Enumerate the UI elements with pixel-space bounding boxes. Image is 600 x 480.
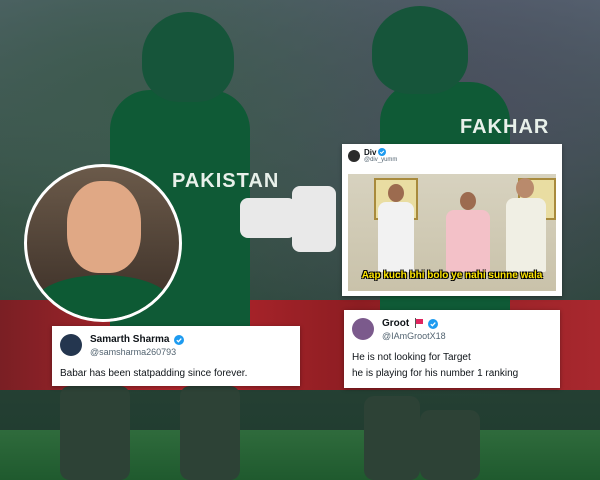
leg-pad-right	[364, 396, 420, 480]
tweet-text-line-1: He is not looking for Target	[352, 352, 471, 363]
tweet-author-name[interactable]: Div	[364, 148, 376, 157]
person-figure	[446, 210, 490, 272]
verified-badge-icon	[378, 148, 386, 156]
meme-caption: Aap kuch bhi bolo ye nahi sunne wala	[361, 270, 543, 281]
leg-pad-right-2	[420, 410, 480, 480]
jersey-text-right: FAKHAR	[460, 116, 550, 138]
avatar[interactable]	[352, 318, 374, 340]
tweet-author-name[interactable]: Samarth Sharma	[90, 334, 169, 345]
portrait-face	[67, 181, 141, 273]
helmet-left	[142, 12, 234, 102]
tweet-author-handle[interactable]: @div_yumm	[364, 157, 397, 163]
leg-pad-left-2	[180, 386, 240, 480]
tweet-text: Babar has been statpadding since forever…	[60, 368, 248, 379]
person-head	[516, 178, 534, 198]
meme-image: Aap kuch bhi bolo ye nahi sunne wala	[348, 174, 556, 291]
avatar[interactable]	[60, 334, 82, 356]
person-head	[460, 192, 476, 210]
portrait-shirt	[33, 275, 173, 319]
jersey-text-left: PAKISTAN	[172, 170, 280, 192]
batting-glove-left	[240, 198, 296, 238]
tweet-card-samarth[interactable]: Samarth Sharma @samsharma260793 Babar ha…	[52, 326, 300, 386]
helmet-right	[372, 6, 468, 94]
batting-glove-right	[292, 186, 336, 252]
verified-badge-icon	[174, 335, 184, 345]
tweet-author-name[interactable]: Groot	[382, 318, 409, 329]
person-figure	[378, 202, 414, 272]
coach-portrait-inset	[24, 164, 182, 322]
tweet-author-handle[interactable]: @samsharma260793	[90, 347, 176, 357]
tweet-author-handle[interactable]: @IAmGrootX18	[382, 331, 446, 341]
tweet-card-groot[interactable]: Groot @IAmGrootX18 He is not looking for…	[344, 310, 560, 388]
meme-tweet-card[interactable]: Div @div_yumm Aap kuch bhi bolo ye nahi …	[342, 144, 562, 296]
person-head	[388, 184, 404, 202]
india-flag-icon	[415, 318, 423, 328]
verified-badge-icon	[428, 319, 438, 329]
tweet-text-line-2: he is playing for his number 1 ranking	[352, 368, 519, 379]
avatar[interactable]	[348, 150, 360, 162]
leg-pad-left	[60, 386, 130, 480]
person-figure	[506, 198, 546, 272]
